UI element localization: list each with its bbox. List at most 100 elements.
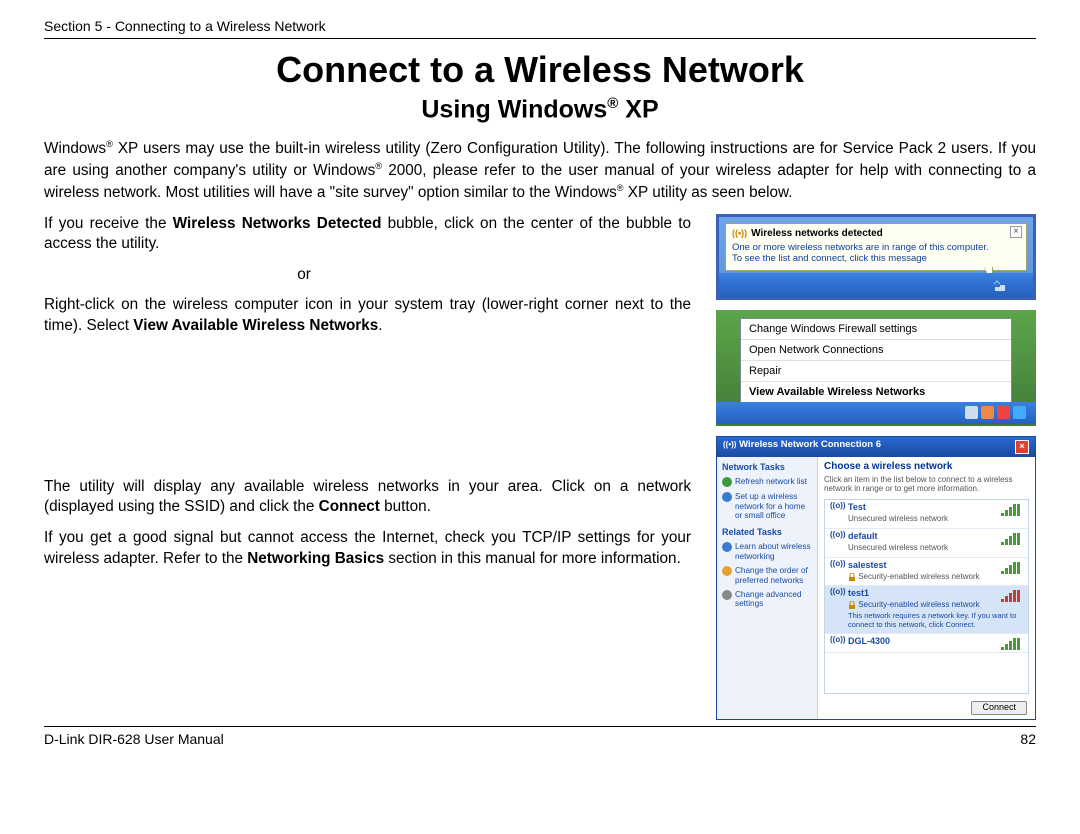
p2a: If you receive the	[44, 215, 173, 232]
dialog-sidebar: Network Tasks Refresh network list Set u…	[717, 457, 817, 719]
shield-icon[interactable]	[981, 406, 994, 419]
network-item[interactable]: ((o))DGL-4300	[825, 634, 1028, 653]
wireless-icon: ((o))	[830, 588, 844, 600]
page-number: 82	[1020, 731, 1036, 747]
sidebar-label: Refresh network list	[735, 477, 807, 486]
signal-bars-icon	[1001, 562, 1023, 574]
sidebar-item-learn[interactable]: Learn about wireless networking	[722, 542, 812, 561]
menu-item-open-connections[interactable]: Open Network Connections	[741, 340, 1011, 361]
volume-icon[interactable]	[997, 406, 1010, 419]
p4b: button.	[380, 498, 431, 515]
wireless-tray-icon[interactable]	[965, 406, 978, 419]
notification-bubble[interactable]: × Wireless networks detected One or more…	[725, 223, 1027, 272]
main-subtext: Click an item in the list below to conne…	[824, 476, 1029, 494]
network-security: Security-enabled wireless network	[848, 573, 1023, 582]
bubble-body: One or more wireless networks are in ran…	[732, 242, 1020, 265]
or-separator: or	[294, 265, 314, 286]
lock-icon	[848, 573, 856, 581]
network-ssid: Test	[848, 503, 866, 513]
network-item[interactable]: ((o)) test1 Security-enabled wireless net…	[825, 586, 1028, 633]
tray-icons	[965, 406, 1026, 419]
registered-mark: ®	[617, 183, 624, 193]
signal-bars-icon	[1001, 533, 1023, 545]
p5bold: Networking Basics	[247, 550, 384, 567]
network-ssid: salestest	[848, 561, 887, 571]
antenna-icon	[722, 492, 732, 502]
para-rightclick: Right-click on the wireless computer ico…	[44, 295, 691, 336]
taskbar	[716, 402, 1036, 424]
registered-mark: ®	[106, 139, 113, 149]
network-header: ((o)) test1	[830, 588, 1023, 600]
bubble-line1: One or more wireless networks are in ran…	[732, 242, 989, 253]
p3b: .	[378, 317, 382, 334]
taskbar	[719, 273, 1033, 297]
subtitle-pre: Using Windows	[421, 95, 607, 123]
menu-item-repair[interactable]: Repair	[741, 361, 1011, 382]
footer-rule	[44, 726, 1036, 727]
close-icon[interactable]: ×	[1010, 226, 1022, 238]
dialog-body: Network Tasks Refresh network list Set u…	[717, 457, 1035, 719]
signal-bars-icon	[1001, 590, 1023, 602]
network-security: Unsecured wireless network	[848, 544, 1023, 553]
wireless-tray-icon[interactable]	[993, 279, 1007, 293]
sidebar-item-refresh[interactable]: Refresh network list	[722, 477, 812, 487]
network-header: ((o)) Test	[830, 502, 1023, 514]
two-column-layout: If you receive the Wireless Networks Det…	[44, 214, 1036, 721]
network-header: ((o)) default	[830, 531, 1023, 543]
signal-bars-icon	[1001, 638, 1023, 650]
network-ssid: default	[848, 532, 878, 542]
wireless-icon: ((o))	[830, 502, 844, 514]
network-item[interactable]: ((o))TestUnsecured wireless network	[825, 500, 1028, 529]
footer-left: D-Link DIR-628 User Manual	[44, 731, 224, 747]
para-bubble: If you receive the Wireless Networks Det…	[44, 214, 691, 255]
subtitle-post: XP	[618, 95, 658, 123]
page-subtitle: Using Windows® XP	[44, 95, 1036, 124]
right-column: × Wireless networks detected One or more…	[716, 214, 1036, 721]
network-header: ((o))DGL-4300	[830, 636, 1023, 648]
lock-icon	[848, 601, 856, 609]
network-list: ((o))TestUnsecured wireless network((o))…	[824, 499, 1029, 694]
context-menu: Change Windows Firewall settings Open Ne…	[740, 318, 1012, 403]
page-footer: D-Link DIR-628 User Manual 82	[44, 731, 1036, 747]
registered-mark: ®	[375, 161, 382, 171]
network-item[interactable]: ((o)) salestest Security-enabled wireless…	[825, 558, 1028, 587]
header-rule	[44, 38, 1036, 39]
menu-item-firewall[interactable]: Change Windows Firewall settings	[741, 319, 1011, 340]
screenshot-wlan-dialog: ((•)) Wireless Network Connection 6 × Ne…	[716, 436, 1036, 720]
intro-paragraph: Windows® XP users may use the built-in w…	[44, 138, 1036, 203]
p2bold: Wireless Networks Detected	[173, 215, 382, 232]
p4bold: Connect	[319, 498, 380, 515]
p5b: section in this manual for more informat…	[384, 550, 681, 567]
sidebar-label: Set up a wireless network for a home or …	[735, 492, 812, 520]
sidebar-item-advanced[interactable]: Change advanced settings	[722, 590, 812, 609]
dialog-titlebar: ((•)) Wireless Network Connection 6 ×	[717, 437, 1035, 457]
network-icon[interactable]	[1013, 406, 1026, 419]
sidebar-item-setup[interactable]: Set up a wireless network for a home or …	[722, 492, 812, 520]
para-tcpip: If you get a good signal but cannot acce…	[44, 528, 691, 569]
refresh-icon	[722, 477, 732, 487]
info-icon	[722, 542, 732, 552]
bubble-title: Wireless networks detected	[732, 228, 1020, 239]
dialog-title: ((•)) Wireless Network Connection 6	[723, 440, 881, 454]
gear-icon	[722, 590, 732, 600]
section-header: Section 5 - Connecting to a Wireless Net…	[44, 18, 1036, 34]
screenshot-context-menu: Change Windows Firewall settings Open Ne…	[716, 310, 1036, 426]
para-utility: The utility will display any available w…	[44, 477, 691, 518]
menu-item-view-networks[interactable]: View Available Wireless Networks	[741, 382, 1011, 402]
sidebar-heading-related-tasks: Related Tasks	[722, 528, 812, 538]
wireless-icon: ((o))	[830, 560, 844, 572]
sidebar-label: Change advanced settings	[735, 590, 812, 609]
wireless-icon: ((o))	[830, 531, 844, 543]
sidebar-item-order[interactable]: Change the order of preferred networks	[722, 566, 812, 585]
signal-bars-icon	[1001, 504, 1023, 516]
sidebar-label: Change the order of preferred networks	[735, 566, 812, 585]
network-ssid: test1	[848, 589, 869, 599]
network-item[interactable]: ((o)) default Unsecured wireless network	[825, 529, 1028, 558]
page-title: Connect to a Wireless Network	[44, 49, 1036, 91]
connect-button[interactable]: Connect	[971, 701, 1027, 715]
network-ssid: DGL-4300	[848, 637, 890, 647]
close-icon[interactable]: ×	[1015, 440, 1029, 454]
intro-a: Windows	[44, 140, 106, 157]
network-security: Security-enabled wireless network	[848, 601, 1023, 610]
spacer	[44, 347, 691, 477]
